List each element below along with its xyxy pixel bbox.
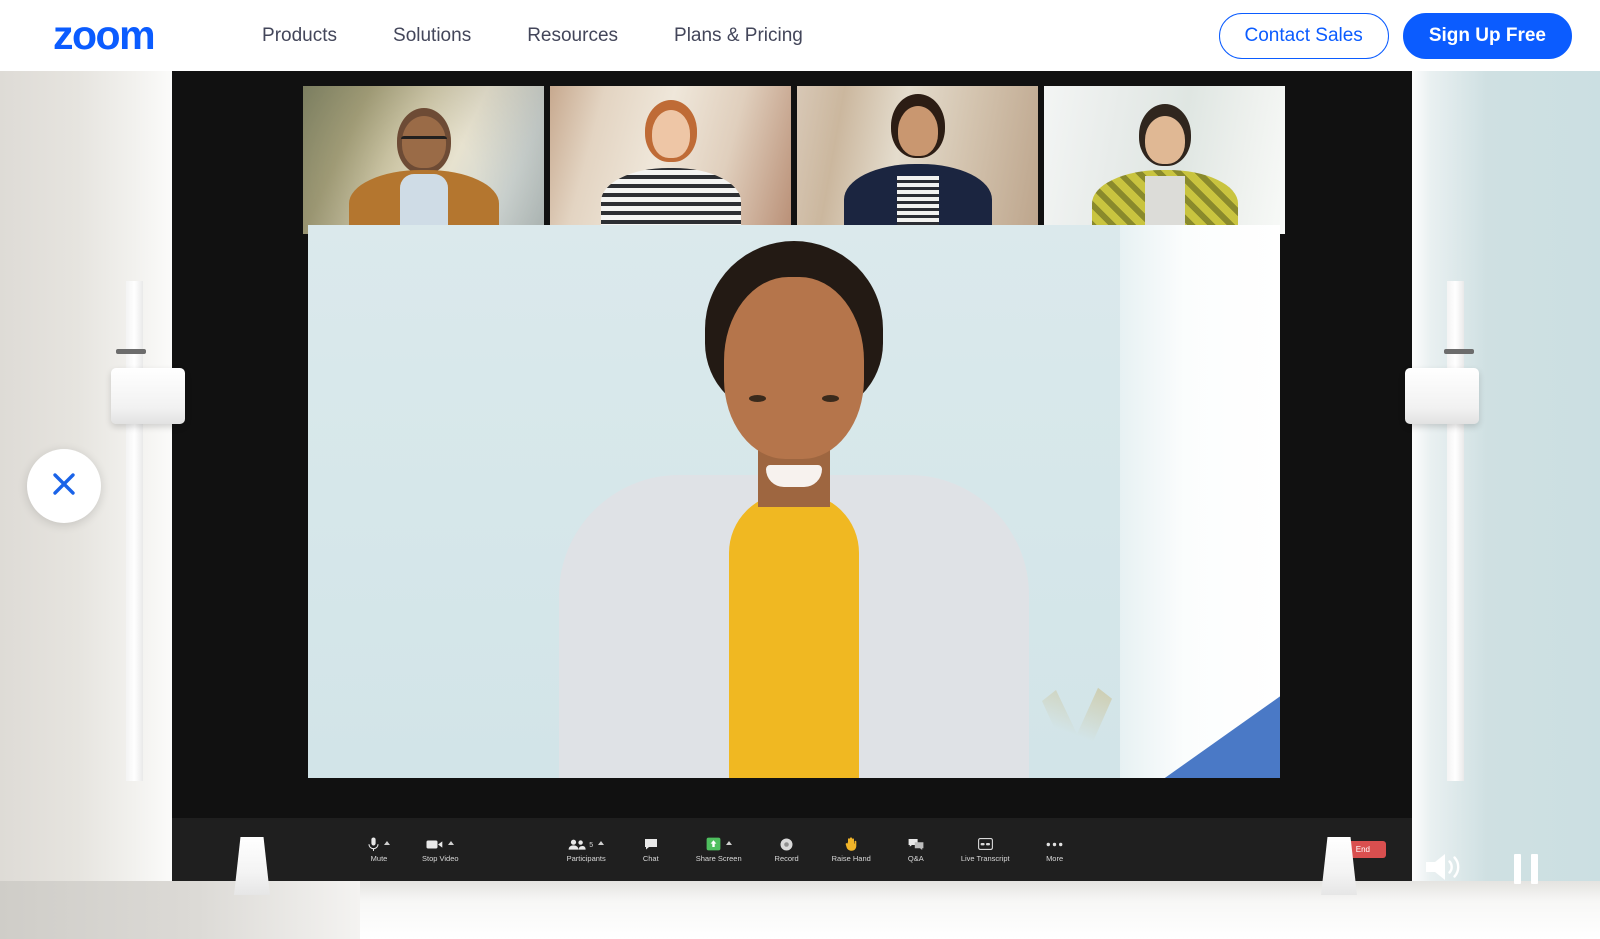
participants-count: 5 [589, 842, 593, 849]
participant-thumbnail-3[interactable] [797, 86, 1038, 234]
participant-thumbnail-2[interactable] [550, 86, 791, 234]
video-stage: Mute Stop Video [0, 71, 1600, 939]
active-speaker-video[interactable] [308, 225, 1280, 778]
microphone-icon [368, 836, 379, 852]
meeting-screen: Mute Stop Video [172, 71, 1412, 881]
participants-button[interactable]: 5 Participants [567, 836, 606, 863]
display-mount-bracket-right [1405, 368, 1479, 424]
video-player-controls [1370, 839, 1600, 899]
main-navigation: Products Solutions Resources Plans & Pri… [234, 25, 831, 47]
wall-right [1412, 71, 1600, 939]
more-label: More [1046, 855, 1063, 863]
speaker-top [729, 493, 859, 778]
share-screen-button[interactable]: Share Screen [696, 836, 742, 863]
wall-display: Mute Stop Video [172, 71, 1412, 881]
participant-thumbnail-1[interactable] [303, 86, 544, 234]
chat-label: Chat [643, 855, 659, 863]
participant-3-face [898, 106, 938, 156]
record-icon [780, 836, 793, 852]
nav-item-plans-pricing[interactable]: Plans & Pricing [646, 25, 831, 47]
header-actions: Contact Sales Sign Up Free [1219, 13, 1572, 59]
meeting-toolbar: Mute Stop Video [172, 818, 1412, 881]
live-transcript-icon [978, 836, 993, 852]
raise-hand-label: Raise Hand [832, 855, 871, 863]
zoom-logo[interactable]: zoom [53, 15, 154, 56]
participant-4-face [1145, 116, 1185, 164]
speaker-eye-left [749, 395, 766, 402]
pause-icon [1514, 854, 1538, 884]
background-window [1120, 225, 1280, 778]
site-header: zoom Products Solutions Resources Plans … [0, 0, 1600, 71]
mute-options-caret-icon[interactable] [384, 841, 390, 845]
raise-hand-icon [845, 836, 857, 852]
raise-hand-button[interactable]: Raise Hand [832, 836, 871, 863]
mute-button[interactable]: Mute [362, 836, 396, 863]
toolbar-group-left: Mute Stop Video [362, 836, 459, 863]
mute-label: Mute [371, 855, 388, 863]
display-mount-pole-left [126, 281, 143, 781]
close-icon [49, 469, 79, 504]
volume-icon [1424, 851, 1468, 888]
display-mount-bracket-left [111, 368, 185, 424]
toolbar-group-middle: 5 Participants Chat [567, 836, 1072, 863]
volume-button[interactable] [1424, 851, 1468, 888]
participant-thumbnail-strip [303, 86, 1285, 234]
display-mount-pole-right [1447, 281, 1464, 781]
participants-caret-icon[interactable] [598, 841, 604, 845]
stop-video-label: Stop Video [422, 855, 459, 863]
speaker-face [724, 277, 864, 459]
qa-icon [908, 836, 924, 852]
video-camera-icon [426, 836, 443, 852]
display-mount-cap-left [116, 349, 146, 354]
sign-up-free-button[interactable]: Sign Up Free [1403, 13, 1572, 59]
nav-item-solutions[interactable]: Solutions [365, 25, 499, 47]
stop-video-button[interactable]: Stop Video [422, 836, 459, 863]
speaker-mouth [766, 465, 822, 487]
participant-2-face [652, 110, 690, 158]
share-screen-caret-icon[interactable] [726, 841, 732, 845]
share-screen-icon [706, 836, 721, 852]
more-button[interactable]: More [1038, 836, 1072, 863]
glasses-icon [401, 136, 447, 147]
chat-button[interactable]: Chat [634, 836, 668, 863]
desk-shadow [0, 881, 360, 939]
share-screen-label: Share Screen [696, 855, 742, 863]
speaker-eye-right [822, 395, 839, 402]
video-options-caret-icon[interactable] [448, 841, 454, 845]
record-button[interactable]: Record [770, 836, 804, 863]
live-transcript-button[interactable]: Live Transcript [961, 836, 1010, 863]
participants-icon [568, 836, 586, 852]
contact-sales-button[interactable]: Contact Sales [1219, 13, 1389, 59]
participant-thumbnail-4[interactable] [1044, 86, 1285, 234]
nav-item-products[interactable]: Products [234, 25, 365, 47]
close-video-button[interactable] [27, 449, 101, 523]
participants-label: Participants [567, 855, 606, 863]
more-ellipsis-icon [1046, 836, 1063, 852]
live-transcript-label: Live Transcript [961, 855, 1010, 863]
record-label: Record [775, 855, 799, 863]
qa-label: Q&A [908, 855, 924, 863]
background-plant [1042, 668, 1112, 778]
pause-button[interactable] [1514, 854, 1538, 884]
qa-button[interactable]: Q&A [899, 836, 933, 863]
display-mount-cap-right [1444, 349, 1474, 354]
chat-icon [644, 836, 658, 852]
nav-item-resources[interactable]: Resources [499, 25, 646, 47]
